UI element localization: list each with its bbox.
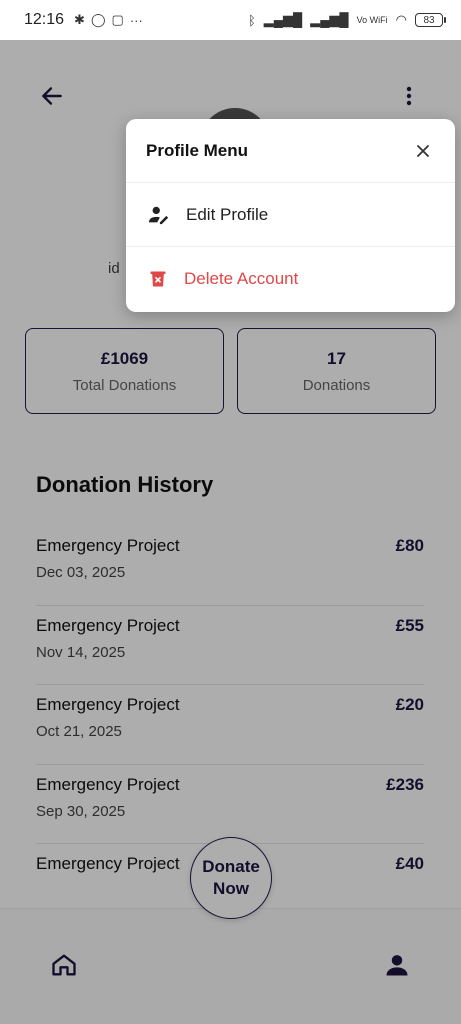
notification-icons: ✱ ◯ ▢ ··· — [74, 12, 143, 28]
status-bar: 12:16 ✱ ◯ ▢ ··· ᛒ ▂▄▆█ ▂▄▆█ Vo WiFi ◠ 83 — [0, 0, 461, 40]
calendar-icon: ▢ — [111, 12, 124, 27]
edit-user-icon — [148, 206, 169, 224]
wifi-icon: ◠ — [395, 12, 407, 27]
menu-item-label: Edit Profile — [186, 204, 269, 224]
bluetooth-icon: ᛒ — [247, 12, 256, 28]
menu-header: Profile Menu — [126, 119, 455, 183]
menu-item-edit-profile[interactable]: Edit Profile — [126, 183, 455, 247]
trash-icon — [150, 271, 166, 287]
battery-icon: 83 — [415, 13, 446, 27]
slack-icon: ✱ — [74, 12, 85, 27]
status-time: 12:16 — [24, 11, 65, 28]
more-dots-icon: ··· — [129, 12, 143, 28]
signal-icon-2: ▂▄▆█ — [310, 12, 349, 27]
menu-item-label: Delete Account — [184, 269, 299, 288]
close-icon — [417, 144, 429, 157]
battery-level: 83 — [423, 14, 435, 26]
whatsapp-icon: ◯ — [90, 12, 106, 27]
close-button[interactable] — [411, 139, 435, 163]
profile-menu: Profile Menu Edit Profile Delete Account — [126, 119, 455, 312]
signal-icon: ▂▄▆█ — [263, 12, 303, 27]
menu-title: Profile Menu — [146, 140, 249, 160]
network-label: Vo WiFi — [356, 15, 388, 25]
menu-item-delete-account[interactable]: Delete Account — [126, 247, 455, 311]
